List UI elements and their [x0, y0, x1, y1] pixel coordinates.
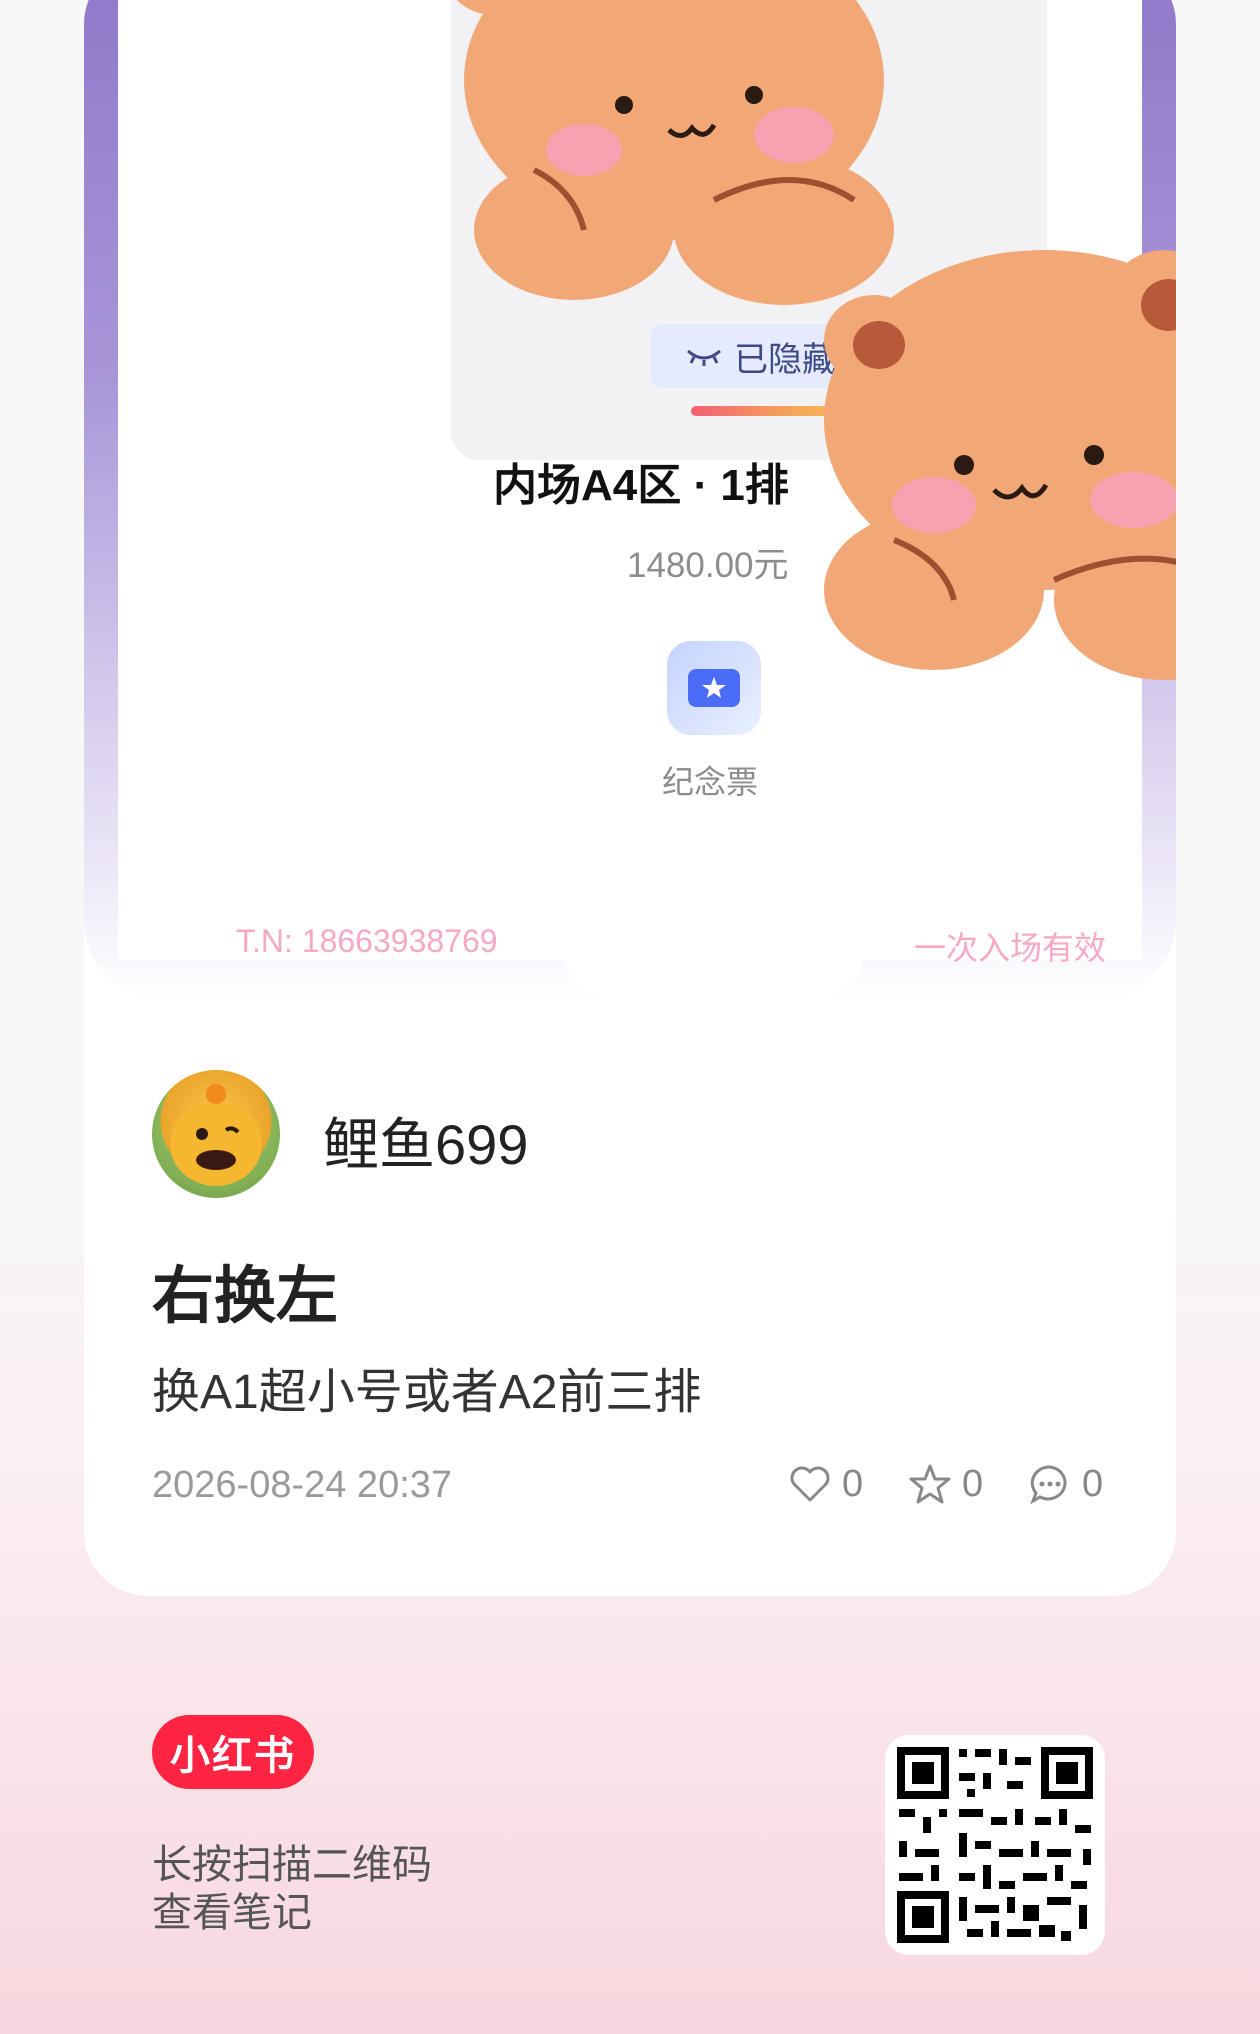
- comment-button[interactable]: 0: [1028, 1462, 1103, 1506]
- post-body: 换A1超小号或者A2前三排: [152, 1366, 702, 1419]
- username[interactable]: 鲤鱼699: [323, 1100, 528, 1181]
- entry-note: 一次入场有效: [913, 930, 1106, 966]
- like-count: 0: [842, 1462, 864, 1505]
- seat-info: 内场A4区 · 1排: [493, 461, 789, 510]
- view-note-hint: 查看笔记: [152, 1891, 312, 1935]
- brand-logo: 小红书: [152, 1715, 314, 1789]
- qr-code[interactable]: [885, 1735, 1105, 1955]
- post-datetime: 2026-08-24 20:37: [152, 1464, 453, 1506]
- ticket-notch: [564, 946, 864, 994]
- comment-count: 0: [1082, 1462, 1104, 1505]
- heart-icon: [790, 1466, 830, 1502]
- ticket-image[interactable]: 已隐藏 内场A4区 · 1排 1480.00元 纪念票 T.N: 1866393…: [84, 0, 1176, 1000]
- post-title: 右换左: [152, 1262, 339, 1331]
- souvenir-ticket-icon[interactable]: [667, 641, 761, 735]
- ticket-number: T.N: 18663938769: [236, 923, 498, 959]
- collect-count: 0: [962, 1462, 984, 1505]
- star-icon: [909, 1464, 951, 1504]
- ticket-price: 1480.00元: [627, 546, 789, 585]
- collect-button[interactable]: 0: [908, 1462, 983, 1506]
- like-button[interactable]: 0: [788, 1462, 863, 1506]
- souvenir-label: 纪念票: [662, 764, 759, 800]
- avatar[interactable]: [152, 1070, 280, 1198]
- comment-icon: [1030, 1465, 1067, 1505]
- bear-sticker-icon: [824, 250, 1176, 680]
- eye-closed-icon: [686, 337, 722, 376]
